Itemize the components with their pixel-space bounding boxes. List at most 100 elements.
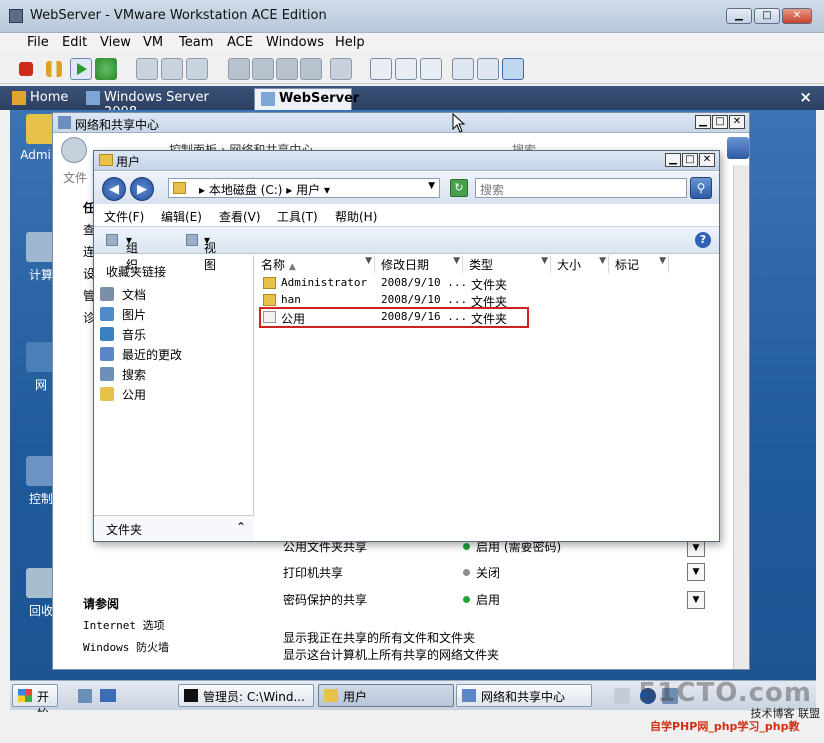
- fullscreen-icon[interactable]: [395, 58, 417, 80]
- team-add-icon[interactable]: [252, 58, 274, 80]
- nsc-close-button[interactable]: ✕: [729, 115, 745, 129]
- tab-home[interactable]: Home: [6, 88, 72, 110]
- file-row-administrator[interactable]: Administrator 2008/9/10 ... 文件夹: [255, 275, 675, 292]
- stop-icon[interactable]: [19, 62, 33, 76]
- snapshot-icon[interactable]: [136, 58, 158, 80]
- menu-team[interactable]: Team: [179, 35, 213, 50]
- menu-file[interactable]: 文件(F): [104, 208, 144, 225]
- organize-button[interactable]: 组织 ▾: [126, 233, 138, 272]
- menu-windows[interactable]: Windows: [266, 35, 324, 50]
- show-desktop-icon[interactable]: [100, 689, 116, 702]
- search-icon[interactable]: ⚲: [690, 177, 712, 199]
- refresh-icon[interactable]: ↻: [450, 179, 468, 197]
- back-arrow-icon[interactable]: ◀: [102, 177, 126, 201]
- taskbar-item-label: 网络和共享中心: [481, 690, 566, 704]
- nav-item-music[interactable]: 音乐: [100, 326, 146, 344]
- nsc-vertical-scrollbar[interactable]: [733, 165, 749, 669]
- breadcrumb-local-disk[interactable]: 本地磁盘 (C:): [209, 183, 283, 197]
- views-icon: [186, 234, 198, 246]
- taskbar-item-network-center[interactable]: 网络和共享中心: [456, 684, 592, 707]
- folders-toggle[interactable]: 文件夹 ⌃: [94, 515, 254, 541]
- address-bar[interactable]: ▸ 本地磁盘 (C:) ▸ 用户 ▾ ▼: [168, 178, 440, 198]
- tray-keyboard-icon[interactable]: [614, 688, 630, 704]
- nav-item-documents[interactable]: 文档: [100, 286, 146, 304]
- nav-item-recent[interactable]: 最近的更改: [100, 346, 182, 364]
- ace-icon[interactable]: [330, 58, 352, 80]
- windows-logo-icon: [18, 689, 32, 702]
- play-icon[interactable]: [70, 58, 92, 80]
- desktop-icon-label: 计算: [28, 268, 53, 282]
- highlight-box: [259, 307, 529, 328]
- menu-help[interactable]: Help: [335, 35, 365, 50]
- console-icon[interactable]: [477, 58, 499, 80]
- internet-options-link[interactable]: Internet 选项: [83, 617, 165, 633]
- server-manager-icon[interactable]: [78, 689, 92, 703]
- menu-edit[interactable]: 编辑(E): [161, 208, 202, 225]
- show-my-shares-link[interactable]: 显示我正在共享的所有文件和文件夹: [283, 629, 475, 646]
- taskbar-item-users[interactable]: 用户: [318, 684, 454, 707]
- column-filter-icon[interactable]: ▼: [365, 256, 372, 266]
- explorer-title-bar: 用户 ▁ □ ✕: [94, 151, 719, 171]
- team-remove-icon[interactable]: [300, 58, 322, 80]
- maximize-button[interactable]: □: [754, 8, 780, 24]
- close-tab-icon[interactable]: ×: [799, 88, 812, 106]
- search-input[interactable]: 搜索: [475, 178, 687, 198]
- menu-view[interactable]: View: [100, 35, 131, 50]
- menu-view[interactable]: 查看(V): [219, 208, 261, 225]
- column-size[interactable]: 大小 ▼: [551, 255, 609, 273]
- forward-arrow-icon[interactable]: ▶: [130, 177, 154, 201]
- column-filter-icon[interactable]: ▼: [541, 256, 548, 266]
- breadcrumb-users[interactable]: 用户: [296, 183, 320, 197]
- taskbar-item-cmd[interactable]: 管理员: C:\Wind...: [178, 684, 314, 707]
- snapshot-manager-icon[interactable]: [186, 58, 208, 80]
- menu-tools[interactable]: 工具(T): [277, 208, 318, 225]
- nav-item-public[interactable]: 公用: [100, 386, 146, 404]
- favorite-links-heading: 收藏夹链接: [106, 265, 167, 279]
- column-date[interactable]: 修改日期 ▼: [375, 255, 463, 273]
- explorer-close-button[interactable]: ✕: [699, 153, 715, 167]
- address-dropdown-icon[interactable]: ▼: [428, 181, 435, 191]
- close-button[interactable]: ✕: [782, 8, 812, 24]
- quick-switch-icon[interactable]: [420, 58, 442, 80]
- tab-windows-server-2008[interactable]: Windows Server 2008: [80, 88, 246, 120]
- start-button[interactable]: 开始: [12, 684, 58, 721]
- mouse-cursor-icon: [452, 113, 466, 133]
- console-view-icon[interactable]: [502, 58, 524, 80]
- menu-file[interactable]: File: [27, 35, 49, 50]
- revert-snapshot-icon[interactable]: [161, 58, 183, 80]
- column-type[interactable]: 类型 ▼: [463, 255, 551, 273]
- show-network-shares-link[interactable]: 显示这台计算机上所有共享的网络文件夹: [283, 646, 499, 663]
- team-settings-icon[interactable]: [276, 58, 298, 80]
- tab-webserver[interactable]: WebServer: [254, 88, 359, 110]
- column-filter-icon[interactable]: ▼: [599, 256, 606, 266]
- menu-vm[interactable]: VM: [143, 35, 163, 50]
- nav-item-pictures[interactable]: 图片: [100, 306, 146, 324]
- nsc-minimize-button[interactable]: ▁: [695, 115, 711, 129]
- team-icon[interactable]: [228, 58, 250, 80]
- column-tags[interactable]: 标记 ▼: [609, 255, 669, 273]
- windows-firewall-link[interactable]: Windows 防火墙: [83, 639, 169, 655]
- sidebar-toggle-icon[interactable]: [370, 58, 392, 80]
- file-type: 文件夹: [471, 278, 508, 292]
- summary-icon[interactable]: [452, 58, 474, 80]
- column-filter-icon[interactable]: ▼: [453, 256, 460, 266]
- menu-help[interactable]: 帮助(H): [335, 208, 377, 225]
- status-text: 启用 (需要密码): [476, 540, 562, 554]
- column-filter-icon[interactable]: ▼: [659, 256, 666, 266]
- password-protected-sharing-expand-button[interactable]: ▼: [687, 591, 705, 609]
- views-button[interactable]: 视图 ▾: [204, 233, 216, 272]
- explorer-maximize-button[interactable]: □: [682, 153, 698, 167]
- nsc-maximize-button[interactable]: □: [712, 115, 728, 129]
- menu-ace[interactable]: ACE: [227, 35, 253, 50]
- help-icon[interactable]: ?: [695, 232, 711, 248]
- minimize-button[interactable]: ▁: [726, 8, 752, 24]
- nav-item-search[interactable]: 搜索: [100, 366, 146, 384]
- menu-edit[interactable]: Edit: [62, 35, 87, 50]
- back-button[interactable]: [61, 137, 87, 163]
- explorer-minimize-button[interactable]: ▁: [665, 153, 681, 167]
- reset-icon[interactable]: [95, 58, 117, 80]
- nsc-search-icon[interactable]: [727, 137, 749, 159]
- printer-sharing-expand-button[interactable]: ▼: [687, 563, 705, 581]
- pause-icon[interactable]: [46, 61, 62, 77]
- column-name[interactable]: 名称 ▲ ▼: [255, 255, 375, 273]
